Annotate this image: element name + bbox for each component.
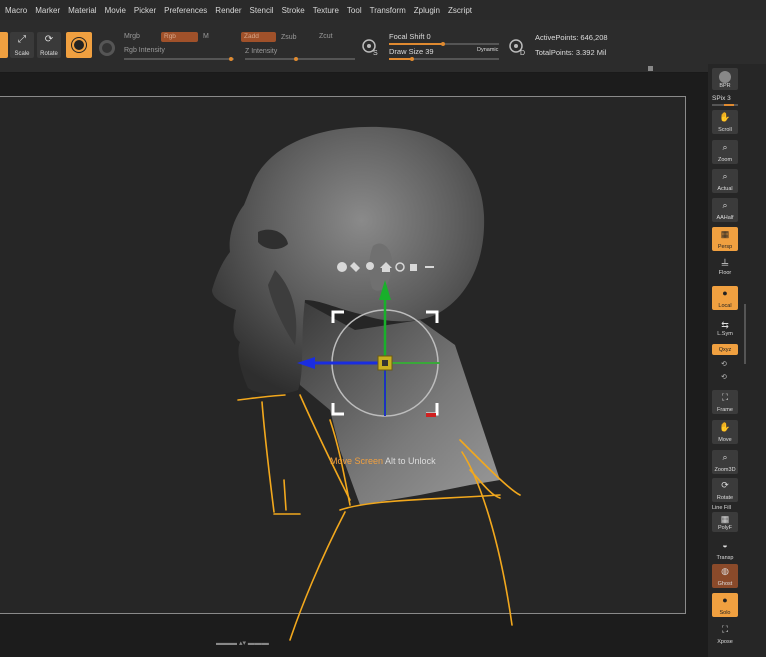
transp-label: Transp — [716, 555, 734, 561]
aahalf-button[interactable]: ⌕ AAHalf — [712, 198, 738, 222]
zoom3d-icon: ⌕ — [722, 452, 728, 462]
ghost-label: Ghost — [717, 581, 733, 587]
floor-button[interactable]: ╧ Floor — [712, 257, 738, 277]
rotate-view-label: Rotate — [716, 495, 734, 501]
magnifier-icon: ⌕ — [722, 142, 728, 152]
right-shelf: BPR SPix 3 ✋ Scroll ⌕ Zoom ⌕ Actual ⌕ AAHalf… — [708, 64, 766, 657]
settings-icon[interactable] — [337, 262, 347, 272]
zoom-button[interactable]: ⌕ Zoom — [712, 140, 738, 164]
local-button[interactable]: ● Local — [712, 286, 738, 310]
bpr-label: BPR — [719, 83, 731, 89]
rotate-view-icon: ⟳ — [721, 480, 729, 490]
xpose-icon: ⛶ — [721, 624, 729, 634]
polyf-button[interactable]: ▦ PolyF — [712, 512, 738, 532]
zoom3d-label: Zoom3D — [714, 467, 736, 473]
scene — [212, 126, 521, 641]
neck-sculpt — [300, 300, 500, 505]
solo-button[interactable]: ● Solo — [712, 593, 738, 617]
local-label: Local — [718, 303, 732, 309]
scroll-button[interactable]: ✋ Scroll — [712, 110, 738, 134]
ghost-button[interactable]: ◍ Ghost — [712, 564, 738, 588]
rotate-view-button[interactable]: ⟳ Rotate — [712, 478, 738, 502]
bpr-icon — [719, 71, 731, 83]
location-icon[interactable] — [366, 262, 374, 270]
qxyz-label: Qxyz — [718, 347, 732, 353]
shelf-scrollbar[interactable] — [744, 304, 746, 364]
rotate-axis-icon[interactable]: ⟲ — [721, 360, 727, 368]
solo-label: Solo — [719, 610, 731, 616]
lsym-label: L.Sym — [717, 331, 733, 337]
move-view-button[interactable]: ✋ Move — [712, 420, 738, 444]
polyf-label: PolyF — [717, 525, 733, 531]
grid-icon: ▦ — [720, 229, 730, 239]
hand-icon: ✋ — [719, 112, 731, 122]
actual-label: Actual — [717, 186, 733, 192]
lock-icon[interactable] — [410, 264, 417, 271]
stroke-chest — [289, 511, 346, 641]
stroke-trap-left — [261, 401, 275, 513]
transp-button[interactable]: ◒ Transp — [712, 538, 738, 562]
ghost-icon: ◍ — [721, 566, 729, 576]
zoom3d-button[interactable]: ⌕ Zoom3D — [712, 450, 738, 474]
hud-message: Move Screen Alt to Unlock — [330, 456, 436, 466]
local-icon: ● — [722, 288, 728, 298]
xpose-button[interactable]: ⛶ Xpose — [712, 622, 738, 646]
move-screen-label: Move Screen — [330, 456, 384, 466]
bpr-button[interactable]: BPR — [712, 68, 738, 90]
stroke-hook — [283, 479, 287, 511]
gizmo-center-inner — [382, 360, 388, 366]
move-hand-icon: ✋ — [719, 422, 731, 432]
persp-button[interactable]: ▦ Persp — [712, 227, 738, 251]
lsym-icon: ⇆ — [721, 320, 729, 330]
gizmo-x-handle[interactable] — [426, 413, 436, 417]
transp-icon: ◒ — [722, 540, 728, 550]
floor-label: Floor — [718, 270, 732, 276]
frame-icon: ⛶ — [721, 392, 729, 402]
actual-icon: ⌕ — [722, 171, 728, 181]
aahalf-label: AAHalf — [716, 215, 734, 221]
qxyz-button[interactable]: Qxyz — [712, 344, 738, 355]
actual-button[interactable]: ⌕ Actual — [712, 169, 738, 193]
scroll-label: Scroll — [718, 127, 732, 133]
xpose-label: Xpose — [717, 639, 733, 645]
minus-icon[interactable] — [425, 266, 434, 268]
frame-label: Frame — [717, 407, 733, 413]
alt-unlock-label: Alt to Unlock — [385, 456, 436, 466]
persp-label: Persp — [717, 244, 733, 250]
stroke-shoulder-left — [237, 394, 286, 401]
spix-fill — [724, 104, 734, 106]
floor-icon: ╧ — [721, 259, 729, 269]
spix-label[interactable]: SPix 3 — [712, 95, 731, 102]
lsym-button[interactable]: ⇆ L.Sym — [712, 318, 738, 338]
frame-button[interactable]: ⛶ Frame — [712, 390, 738, 414]
aahalf-icon: ⌕ — [722, 200, 728, 210]
polyf-grid-icon: ▦ — [720, 514, 730, 524]
move-label: Move — [718, 437, 732, 443]
rotate-axis-icon-2[interactable]: ⟲ — [721, 373, 727, 381]
solo-icon: ● — [722, 595, 728, 605]
zoom-label: Zoom — [717, 157, 733, 163]
bottom-tray-handle[interactable]: ▬▬▬ ▴▾ ▬▬▬ — [216, 639, 269, 647]
line-fill-label: Line Fill — [712, 505, 731, 511]
